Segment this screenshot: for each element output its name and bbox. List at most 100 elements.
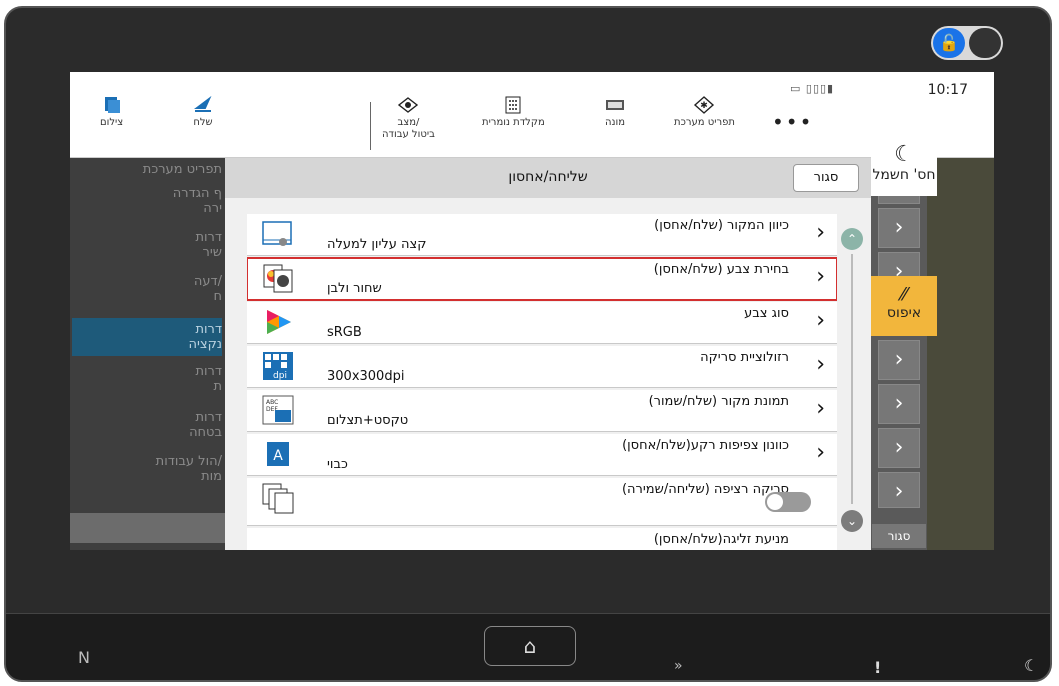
keypad-icon: [505, 96, 521, 114]
chevron-right-icon: ›: [816, 396, 825, 421]
reset-label: איפוס: [886, 305, 922, 321]
setting-label: בחירת צבע (שלח/אחסן): [653, 262, 789, 277]
setting-label: מניעת זליגה(שלח/אחסן): [653, 532, 789, 547]
setting-label: כוונון צפיפות רקע(שלח/אחסן): [622, 438, 789, 453]
color-selection-icon: [263, 264, 293, 293]
scrollbar[interactable]: [851, 254, 853, 504]
setting-value: טקסט+תצלום: [327, 413, 409, 428]
left-menu-item[interactable]: דרות בטחה: [72, 410, 222, 444]
reset-icon: ⁄⁄: [900, 284, 907, 305]
setting-row-color-type[interactable]: סוג צבע sRGB ›: [247, 302, 837, 344]
svg-text:✱: ✱: [701, 101, 709, 111]
forward-icon: »: [674, 658, 683, 674]
left-menu-item[interactable]: ף הגדרה ירה: [72, 186, 222, 220]
chevron-right-icon[interactable]: ›: [878, 340, 920, 380]
left-menu-item[interactable]: תפריט מערכת: [72, 162, 222, 182]
chevron-right-icon[interactable]: ›: [878, 384, 920, 424]
send-label: שלח: [193, 117, 213, 128]
left-menu-item[interactable]: דרות ת: [72, 364, 222, 398]
original-image-icon: ABCDEF: [262, 395, 294, 425]
chevron-right-icon: ›: [816, 352, 825, 377]
left-menu-item-active[interactable]: דרות נקציה: [72, 318, 222, 356]
left-menu-item[interactable]: דעה/ ח: [72, 274, 222, 308]
setting-row-original-image[interactable]: ABC DEF תמונת מקור (שלח/שמור) טקסט+תצלום …: [247, 390, 837, 432]
numeric-keypad-button[interactable]: מקלדת נומרית: [482, 96, 545, 129]
sleep-indicator-icon: ☾: [1024, 656, 1039, 675]
svg-text:A: A: [273, 448, 283, 464]
setting-row-background-density[interactable]: A כוונון צפיפות רקע(שלח/אחסן) כבוי ›: [247, 434, 837, 476]
chevron-right-icon[interactable]: ›: [878, 208, 920, 248]
setting-value: קצה עליון למעלה: [327, 237, 427, 252]
svg-text:ABC: ABC: [266, 399, 278, 406]
setting-label: תמונת מקור (שלח/שמור): [648, 394, 789, 409]
top-bar: ▭ ▯▯▯▮ 10:17 צילום שלח מצב/ביטול עבודה מ…: [70, 72, 994, 158]
job-status-button[interactable]: מצב/ביטול עבודה: [382, 96, 435, 141]
chevron-right-icon: ›: [816, 308, 825, 333]
counter-icon: [606, 100, 624, 110]
system-menu-button[interactable]: ✱ תפריט מערכת: [674, 96, 735, 129]
scroll-down-button[interactable]: ⌄: [841, 510, 863, 532]
chevron-right-icon: ›: [816, 264, 825, 289]
setting-value: שחור ולבן: [327, 281, 382, 296]
left-menu-item[interactable]: דרות שיר: [72, 230, 222, 264]
setting-row-bleed-prevention[interactable]: מניעת זליגה(שלח/אחסן): [247, 528, 837, 550]
chevron-right-icon: ›: [816, 220, 825, 245]
home-button[interactable]: ⌂: [484, 626, 576, 666]
right-arrow-column: › › › › › › › › סגור: [872, 164, 928, 550]
chevron-right-icon: ›: [816, 440, 825, 465]
send-icon: [194, 96, 212, 112]
clock: 10:17: [927, 82, 968, 98]
job-status-label: מצב/ביטול עבודה: [382, 117, 435, 140]
background-density-icon: A: [267, 442, 289, 466]
unlock-icon: 🔓: [933, 28, 965, 58]
home-icon: ⌂: [523, 634, 537, 658]
dialog-header: שליחה/אחסון סגור: [225, 158, 871, 198]
send-button[interactable]: שלח: [192, 96, 214, 129]
scroll-up-button[interactable]: ⌃: [841, 228, 863, 250]
setting-value: sRGB: [327, 325, 362, 340]
right-panel: [927, 158, 994, 550]
copy-button[interactable]: צילום: [100, 96, 123, 129]
chevron-right-icon[interactable]: ›: [878, 428, 920, 468]
energy-saver-label: חס' חשמל: [872, 167, 936, 183]
color-type-icon: [267, 310, 291, 334]
setting-row-continuous-scan[interactable]: סריקה רציפה (שליחה/שמירה): [247, 478, 837, 526]
resolution-icon: dpi: [263, 352, 293, 381]
lock-toggle[interactable]: 🔓: [931, 26, 1003, 60]
dialog-title: שליחה/אחסון: [508, 169, 588, 185]
chevron-right-icon[interactable]: ›: [878, 472, 920, 508]
setting-row-color-selection[interactable]: בחירת צבע (שלח/אחסן) שחור ולבן ›: [247, 257, 837, 301]
status-icons: ▭ ▯▯▯▮: [790, 82, 835, 95]
copy-label: צילום: [100, 117, 124, 128]
more-button[interactable]: •••: [772, 110, 813, 134]
setting-label: סוג צבע: [744, 306, 789, 321]
left-menu: תפריט מערכת ף הגדרה ירה דרות שיר דעה/ ח …: [70, 158, 226, 550]
attention-icon: !: [874, 658, 882, 677]
setting-label: סריקה רציפה (שליחה/שמירה): [621, 482, 789, 497]
counter-label: מונה: [604, 117, 626, 128]
setting-row-original-orientation[interactable]: כיוון המקור (שלח/אחסן) קצה עליון למעלה ›: [247, 214, 837, 256]
continuous-scan-toggle[interactable]: [765, 492, 811, 512]
touch-display: ▭ ▯▯▯▮ 10:17 צילום שלח מצב/ביטול עבודה מ…: [70, 72, 994, 550]
setting-label: רזולוציית סריקה: [700, 350, 789, 365]
orientation-icon: [262, 221, 292, 246]
close-button[interactable]: סגור: [793, 164, 859, 192]
numeric-keypad-label: מקלדת נומרית: [482, 117, 545, 128]
close-button-secondary[interactable]: סגור: [872, 524, 926, 548]
copy-icon: [104, 97, 120, 113]
svg-text:dpi: dpi: [273, 371, 287, 381]
setting-label: כיוון המקור (שלח/אחסן): [654, 218, 789, 233]
moon-icon: ☾: [894, 142, 914, 167]
counter-button[interactable]: מונה: [604, 96, 626, 129]
nfc-icon: N: [78, 648, 90, 667]
setting-row-scan-resolution[interactable]: dpi רזולוציית סריקה 300x300dpi ›: [247, 346, 837, 388]
system-menu-icon: ✱: [694, 96, 715, 114]
send-store-dialog: שליחה/אחסון סגור כיוון המקור (שלח/אחסן) …: [225, 158, 871, 550]
setting-value: כבוי: [327, 457, 348, 472]
settings-list: כיוון המקור (שלח/אחסן) קצה עליון למעלה ›…: [247, 214, 837, 550]
system-menu-label: תפריט מערכת: [674, 117, 735, 128]
left-menu-item[interactable]: הול עבודות/ מות: [72, 454, 222, 488]
reset-button[interactable]: ⁄⁄ איפוס: [871, 276, 937, 336]
eye-icon: [398, 97, 419, 113]
energy-saver-button[interactable]: ☾ חס' חשמל: [871, 136, 937, 196]
